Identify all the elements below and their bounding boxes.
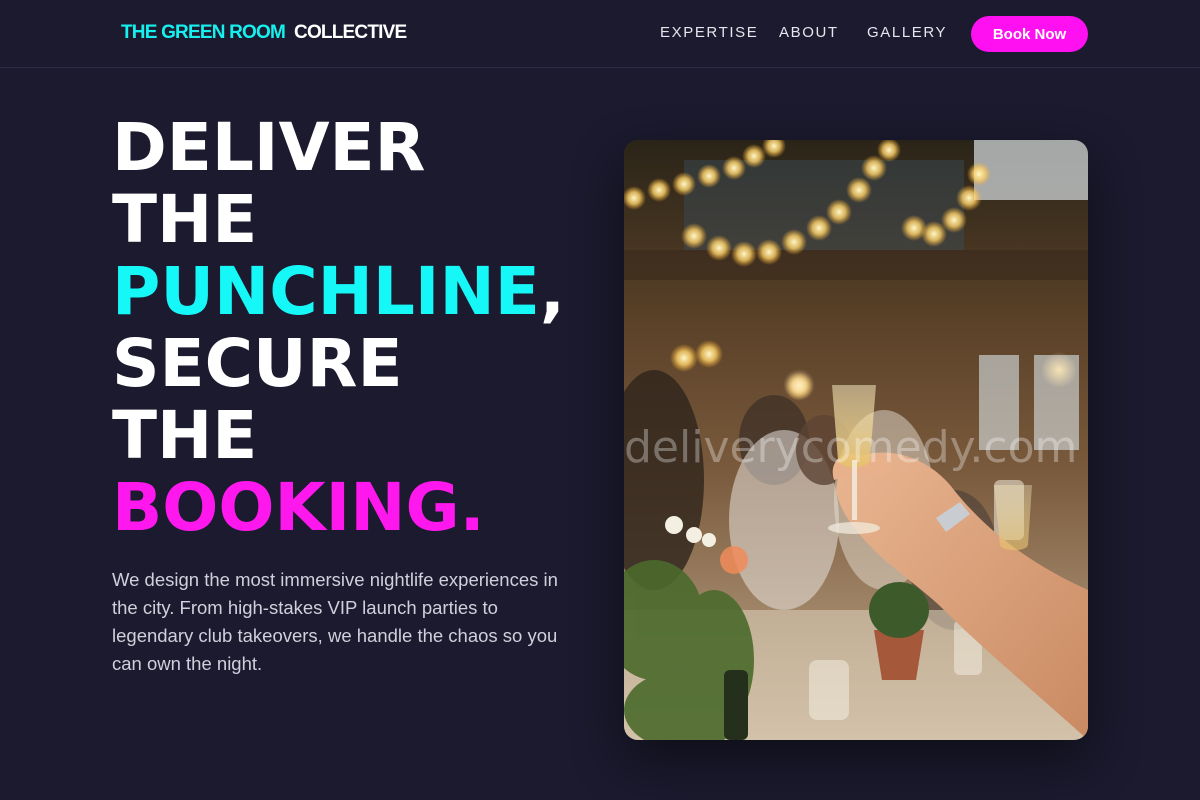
book-now-button[interactable]: Book Now [971, 16, 1088, 52]
brand-logo-part1: THE GREEN ROOM [121, 22, 286, 43]
headline-line-2: THE [112, 181, 258, 258]
image-watermark: deliverycomedy.com [624, 422, 1077, 473]
headline-line-1: DELIVER [112, 109, 426, 186]
hero-headline: DELIVER THE PUNCHLINE, SECURE THE BOOKIN… [112, 112, 612, 544]
headline-line-5: THE [112, 397, 258, 474]
headline-booking: BOOKING. [112, 469, 485, 546]
headline-line-3: PUNCHLINE, [112, 256, 612, 328]
headline-line-4: SECURE [112, 325, 403, 402]
headline-comma: , [539, 253, 565, 330]
top-navbar: THE GREEN ROOM COLLECTIVE EXPERTISE ABOUT… [0, 0, 1200, 68]
hero-event-photo: deliverycomedy.com [624, 140, 1088, 740]
headline-punchline: PUNCHLINE [112, 253, 540, 330]
nav-link-about[interactable]: ABOUT [779, 24, 839, 41]
nav-link-gallery[interactable]: GALLERY [867, 24, 947, 41]
hero-description: We design the most immersive nightlife e… [112, 569, 558, 674]
brand-logo-part2: COLLECTIVE [294, 22, 407, 43]
nav-link-expertise[interactable]: EXPERTISE [660, 24, 758, 41]
brand-logo[interactable]: THE GREEN ROOM COLLECTIVE [121, 22, 407, 44]
event-photo-illustration: deliverycomedy.com [624, 140, 1088, 740]
